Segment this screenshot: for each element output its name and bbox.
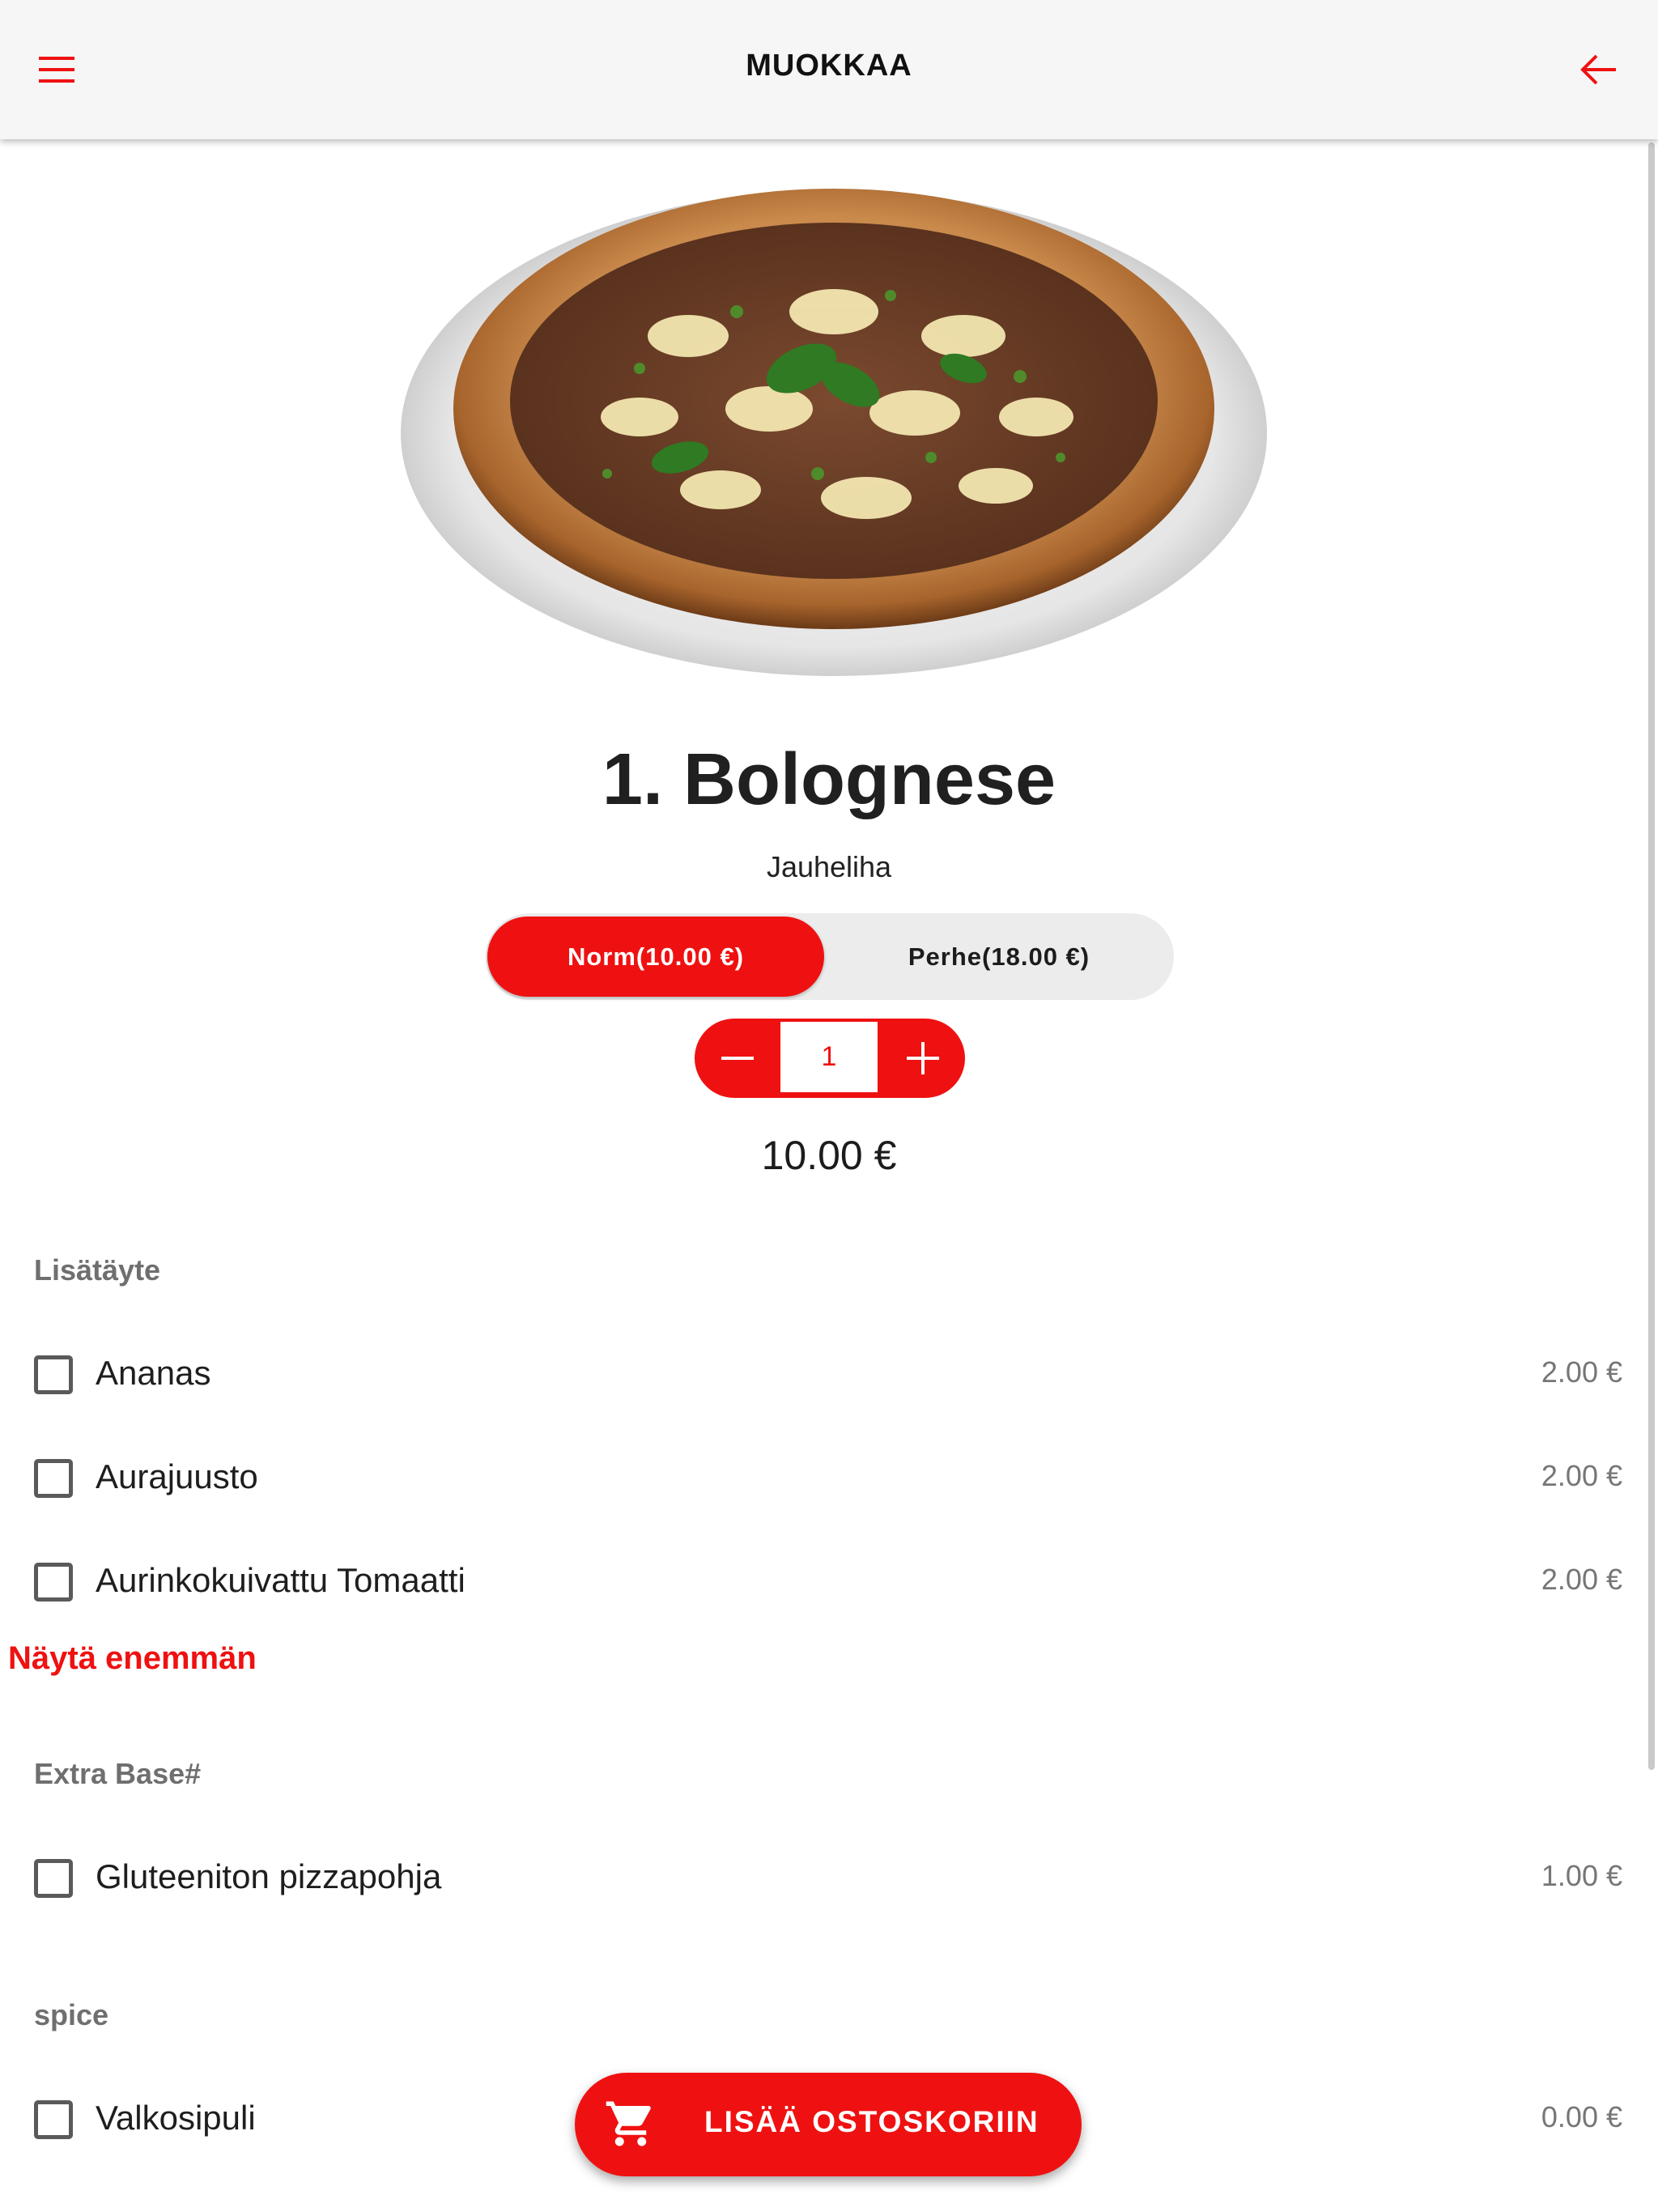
shopping-cart-icon (606, 2101, 651, 2146)
option-name: Aurajuusto (96, 1457, 258, 1495)
product-image (397, 166, 1271, 684)
option-row[interactable]: Aurinkokuivattu Tomaatti 2.00 € (32, 1553, 1627, 1610)
option-price: 2.00 € (1541, 1459, 1622, 1492)
option-price: 1.00 € (1541, 1859, 1622, 1892)
group-title-extra-base: Extra Base# (34, 1757, 202, 1790)
checkbox[interactable] (34, 1355, 73, 1394)
show-more-link[interactable]: Näytä enemmän (8, 1640, 257, 1677)
checkbox[interactable] (34, 2100, 73, 2139)
product-title: 1. Bolognese (602, 739, 1056, 820)
option-name: Gluteeniton pizzapohja (96, 1857, 442, 1895)
minus-icon (721, 1057, 754, 1060)
arrow-left-icon (1580, 54, 1616, 85)
app-bar: MUOKKAA (0, 0, 1658, 139)
group-title-lisataytte: Lisätäyte (34, 1253, 161, 1287)
quantity-input[interactable]: 1 (780, 1022, 878, 1095)
checkbox[interactable] (34, 1459, 73, 1498)
add-to-cart-label: LISÄÄ OSTOSKORIIN (704, 2105, 1039, 2138)
total-price: 10.00 € (761, 1133, 897, 1178)
plus-icon (906, 1042, 939, 1074)
option-name: Valkosipuli (96, 2099, 256, 2137)
page-title: MUOKKAA (746, 49, 912, 83)
size-option-norm[interactable]: Norm(10.00 €) (487, 917, 824, 997)
option-name: Ananas (96, 1354, 211, 1392)
decrease-button[interactable] (695, 1019, 780, 1098)
option-row[interactable]: Ananas 2.00 € (32, 1346, 1627, 1402)
checkbox[interactable] (34, 1563, 73, 1602)
increase-button[interactable] (880, 1019, 965, 1098)
product-description: Jauheliha (766, 850, 892, 883)
scrollbar[interactable] (1648, 143, 1655, 1770)
add-to-cart-button[interactable]: LISÄÄ OSTOSKORIIN (575, 2073, 1082, 2176)
option-row[interactable]: Gluteeniton pizzapohja 1.00 € (32, 1849, 1627, 1906)
checkbox[interactable] (34, 1859, 73, 1898)
option-price: 2.00 € (1541, 1355, 1622, 1389)
back-button[interactable] (1566, 37, 1630, 102)
option-row[interactable]: Aurajuusto 2.00 € (32, 1449, 1627, 1506)
option-name: Aurinkokuivattu Tomaatti (96, 1561, 466, 1599)
quantity-stepper: 1 (695, 1019, 965, 1098)
option-price: 0.00 € (1541, 2100, 1622, 2133)
group-title-spice: spice (34, 1998, 109, 2031)
option-price: 2.00 € (1541, 1563, 1622, 1596)
size-option-perhe[interactable]: Perhe(18.00 €) (824, 913, 1174, 1000)
size-selector: Norm(10.00 €) Perhe(18.00 €) (486, 913, 1174, 1000)
